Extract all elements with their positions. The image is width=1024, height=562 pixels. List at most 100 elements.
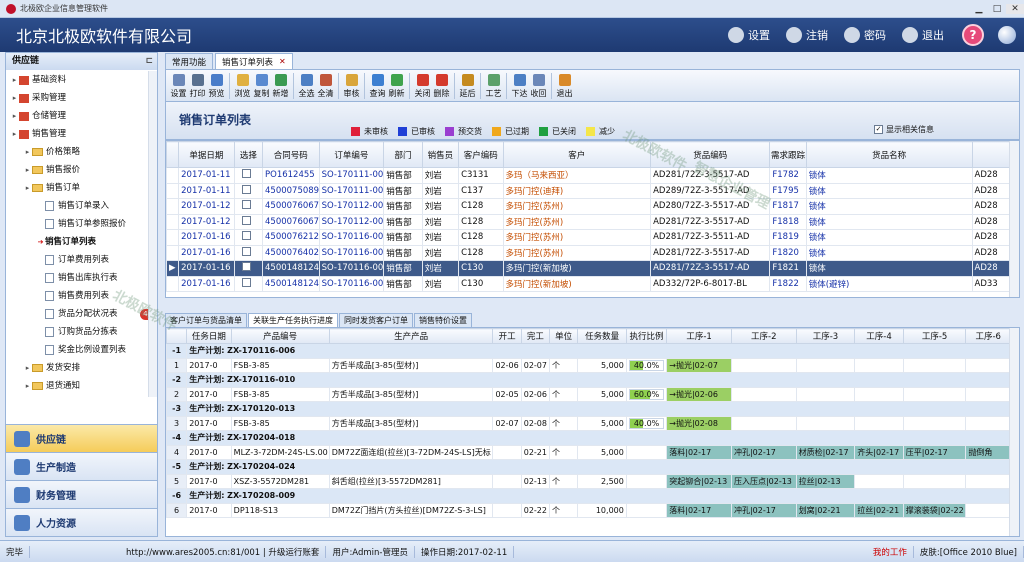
- process-step[interactable]: 落料|02-17: [666, 444, 732, 460]
- expand-icon[interactable]: ▸: [10, 89, 19, 107]
- splitter[interactable]: [165, 298, 1020, 312]
- process-step[interactable]: 冲孔|02-17: [730, 502, 797, 518]
- close-icon[interactable]: ✕: [1006, 3, 1024, 14]
- toolbar-button-6[interactable]: 全选: [297, 74, 316, 99]
- column-header[interactable]: 工序-3: [795, 328, 856, 344]
- toolbar-button-7[interactable]: 全清: [316, 74, 335, 99]
- toolbar-button-1[interactable]: 打印: [188, 74, 207, 99]
- tab-common-functions[interactable]: 常用功能: [165, 53, 214, 69]
- module-hr[interactable]: 人力资源: [6, 508, 157, 536]
- row-select-checkbox[interactable]: [233, 213, 264, 230]
- process-step[interactable]: 撑滚装袋|02-22: [902, 502, 967, 518]
- process-step[interactable]: →抛光|02-07: [666, 357, 732, 373]
- process-step[interactable]: 压平|02-17: [902, 444, 967, 460]
- toolbar-button-3[interactable]: 浏览: [233, 74, 252, 99]
- row-select-checkbox[interactable]: [233, 275, 264, 292]
- process-step[interactable]: →抛光|02-06: [666, 386, 732, 402]
- grid-scrollbar[interactable]: [1009, 141, 1019, 297]
- tab-customer-order-items[interactable]: 客户订单与货品清单: [165, 313, 247, 327]
- show-related-checkbox[interactable]: ✓ 显示相关信息: [874, 124, 934, 135]
- tree-item[interactable]: 销售费用列表: [6, 287, 157, 305]
- nav-scrollbar[interactable]: [148, 71, 157, 397]
- tree-item[interactable]: ▸ 销售报价: [6, 161, 157, 179]
- table-row[interactable]: 2017-01-12 4500076067 SO-170112-004 销售部 刘岩 C1…: [166, 213, 1011, 230]
- toolbar-button-5[interactable]: 新增: [271, 74, 290, 99]
- column-header[interactable]: 客户: [502, 141, 652, 168]
- toolbar-button-9[interactable]: 查询: [368, 74, 387, 99]
- row-select-checkbox[interactable]: [233, 182, 264, 199]
- column-header[interactable]: 货品编码: [650, 141, 771, 168]
- column-header[interactable]: 订单编号: [318, 141, 385, 168]
- tree-item[interactable]: ▸ 发货安排: [6, 359, 157, 377]
- tree-item[interactable]: 奖金比例设置列表: [6, 341, 157, 359]
- toolbar-button-13[interactable]: 延后: [458, 74, 477, 99]
- process-step[interactable]: 拉丝|02-13: [795, 473, 856, 489]
- group-row[interactable]: -6 生产计划: ZX-170208-009: [166, 488, 1011, 504]
- tree-item[interactable]: 销售订单参照报价: [6, 215, 157, 233]
- task-row[interactable]: 1 2017-0 FSB-3-85 方舌半成品[3-85(型材)] 02-06 02-07…: [166, 357, 1011, 373]
- skin-selector[interactable]: 皮肤:[Office 2010 Blue]: [914, 545, 1024, 558]
- process-step[interactable]: 落料|02-17: [666, 502, 732, 518]
- toolbar-button-10[interactable]: 刷新: [387, 74, 406, 99]
- column-header[interactable]: 产品编号: [230, 328, 330, 344]
- expand-icon[interactable]: ▸: [10, 107, 19, 125]
- grid-scrollbar[interactable]: [1009, 328, 1019, 536]
- current-arrow-icon[interactable]: ➔: [36, 233, 45, 251]
- group-row[interactable]: -4 生产计划: ZX-170204-018: [166, 430, 1011, 446]
- tree-item[interactable]: ➔ 销售订单列表: [6, 233, 157, 251]
- task-row[interactable]: 5 2017-0 XSZ-3-5572DM281 斜舌组(拉丝)[3-5572DM28…: [166, 473, 1011, 489]
- table-row[interactable]: 2017-01-11 4500075089 SO-170111-005 销售部 刘岩 C1…: [166, 182, 1011, 199]
- column-header[interactable]: 任务日期: [186, 328, 232, 344]
- task-row[interactable]: 2 2017-0 FSB-3-85 方舌半成品[3-85(型材)] 02-05 02-06…: [166, 386, 1011, 402]
- column-header[interactable]: 工序-2: [730, 328, 797, 344]
- column-header[interactable]: 客户编码: [458, 141, 504, 168]
- toolbar-button-16[interactable]: 收回: [529, 74, 548, 99]
- process-step[interactable]: 拉丝|02-21: [854, 502, 904, 518]
- close-tab-icon[interactable]: ✕: [279, 57, 286, 66]
- column-header[interactable]: 销售员: [421, 141, 460, 168]
- checkbox[interactable]: [242, 215, 252, 225]
- settings-button[interactable]: 设置: [728, 27, 770, 43]
- column-header[interactable]: 选择: [233, 141, 264, 168]
- my-work-link[interactable]: 我的工作: [867, 545, 914, 558]
- toolbar-button-17[interactable]: 退出: [555, 74, 574, 99]
- column-header[interactable]: 单位: [549, 328, 579, 344]
- table-row[interactable]: 2017-01-16 4500076402 SO-170116-004 销售部 刘岩 C1…: [166, 244, 1011, 261]
- group-row[interactable]: -5 生产计划: ZX-170204-024: [166, 459, 1011, 475]
- checkbox[interactable]: [242, 169, 252, 179]
- pin-icon[interactable]: ⊏: [145, 53, 153, 70]
- group-row[interactable]: -3 生产计划: ZX-170120-013: [166, 401, 1011, 417]
- tree-item[interactable]: ▸ 仓储管理: [6, 107, 157, 125]
- process-step[interactable]: 材质检|02-17: [795, 444, 856, 460]
- row-select-checkbox[interactable]: [233, 260, 264, 277]
- column-header[interactable]: 完工: [520, 328, 551, 344]
- tree-item[interactable]: ▸ 采购管理: [6, 89, 157, 107]
- table-row[interactable]: 2017-01-16 4500076212 SO-170116-003 销售部 刘岩 C1…: [166, 229, 1011, 246]
- checkbox[interactable]: [242, 184, 252, 194]
- tree-item[interactable]: 订购货品分拣表: [6, 323, 157, 341]
- expand-icon[interactable]: ▸: [10, 125, 19, 143]
- process-step[interactable]: 压入压点|02-13: [730, 473, 797, 489]
- column-header[interactable]: 生产产品: [328, 328, 494, 344]
- tree-item[interactable]: 销售订单录入: [6, 197, 157, 215]
- expand-icon[interactable]: ▸: [10, 71, 19, 89]
- expand-icon[interactable]: ▸: [23, 143, 32, 161]
- group-row[interactable]: -2 生产计划: ZX-170116-010: [166, 372, 1011, 388]
- tree-item[interactable]: ▸ 销售订单: [6, 179, 157, 197]
- tab-special-price[interactable]: 销售特价设置: [414, 313, 472, 327]
- table-row[interactable]: ▶ 2017-01-16 4500148124 SO-170116-006 销售部 刘岩 C…: [166, 260, 1011, 277]
- column-header[interactable]: 开工: [492, 328, 522, 344]
- tree-item[interactable]: ▸ 基础资料: [6, 71, 157, 89]
- column-header[interactable]: 部门: [383, 141, 423, 168]
- exit-button[interactable]: 退出: [902, 27, 944, 43]
- checkbox[interactable]: [242, 231, 252, 241]
- tree-item[interactable]: ▸ 销售管理: [6, 125, 157, 143]
- toolbar-button-2[interactable]: 预览: [207, 74, 226, 99]
- maximize-icon[interactable]: □: [988, 4, 1006, 14]
- tree-item[interactable]: ▸ 价格策略: [6, 143, 157, 161]
- toolbar-button-12[interactable]: 删除: [432, 74, 451, 99]
- password-button[interactable]: 密码: [844, 27, 886, 43]
- toolbar-button-0[interactable]: 设置: [169, 74, 188, 99]
- tab-same-delivery-orders[interactable]: 同时发货客户订单: [339, 313, 413, 327]
- table-row[interactable]: 2017-01-12 4500076067 SO-170112-004 销售部 刘岩 C1…: [166, 198, 1011, 215]
